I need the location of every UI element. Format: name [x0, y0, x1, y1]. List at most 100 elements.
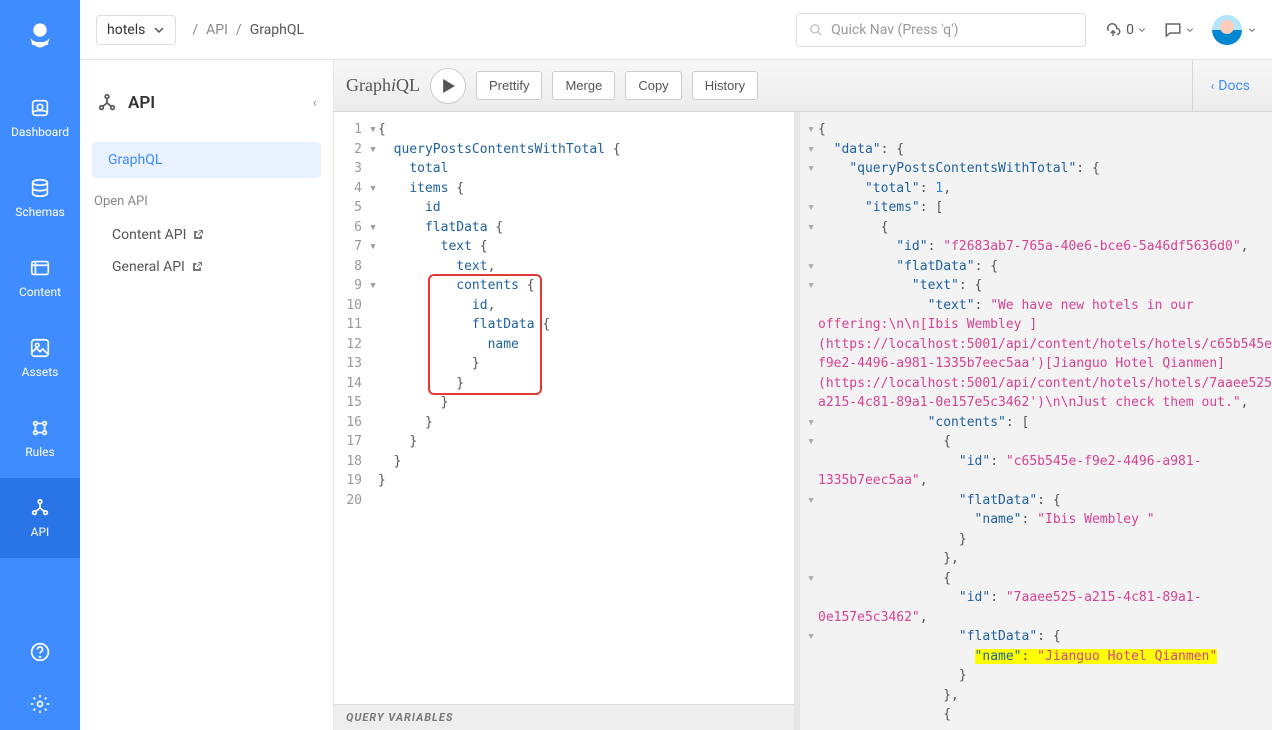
side-link-content-api[interactable]: Content API [92, 219, 321, 251]
side-title: API [128, 93, 155, 113]
nav-api[interactable]: API [0, 478, 80, 558]
result-line: ▾ "flatData": { [806, 491, 1266, 511]
api-side-panel: API ‹ GraphQL Open API Content API Gener… [80, 60, 334, 730]
nav-icon [29, 97, 51, 119]
query-line[interactable]: 10 id, [334, 296, 794, 316]
chevron-down-icon [1248, 26, 1256, 34]
nav-dashboard[interactable]: Dashboard [0, 78, 80, 158]
messages-button[interactable] [1164, 21, 1194, 39]
copy-button[interactable]: Copy [625, 71, 681, 100]
app-selector[interactable]: hotels [96, 15, 176, 45]
nav-assets[interactable]: Assets [0, 318, 80, 398]
result-line: "id": "c65b545e-f9e2-4496-a981- [806, 452, 1266, 472]
result-line: f9e2-4496-a981-1335b7eec5aa')[Jianguo Ho… [806, 354, 1266, 374]
query-variables-bar[interactable]: QUERY VARIABLES [334, 704, 794, 730]
external-link-icon [192, 229, 204, 241]
query-line[interactable]: 19 } [334, 471, 794, 491]
result-line: ▾ "contents": [ [806, 413, 1266, 433]
result-line: "text": "We have new hotels in our [806, 296, 1266, 316]
result-line: ▾ { [806, 569, 1266, 589]
nav-icon [29, 417, 51, 439]
history-button[interactable]: History [692, 71, 758, 100]
api-icon [96, 92, 118, 114]
result-line: ▾ "data": { [806, 140, 1266, 160]
play-icon [442, 79, 456, 93]
app-name: hotels [107, 22, 145, 38]
query-line[interactable]: 1▾{ [334, 120, 794, 140]
sync-indicator[interactable]: 0 [1104, 21, 1146, 39]
crumb-graphql: GraphQL [250, 22, 304, 38]
chat-icon [1164, 21, 1182, 39]
merge-button[interactable]: Merge [552, 71, 615, 100]
query-line[interactable]: 6▾ flatData { [334, 218, 794, 238]
app-logo[interactable] [24, 18, 56, 50]
quick-nav-input[interactable]: Quick Nav (Press 'q') [796, 13, 1086, 47]
result-line: } [806, 666, 1266, 686]
result-line: "total": 1, [806, 179, 1266, 199]
query-line[interactable]: 13 } [334, 354, 794, 374]
side-link-graphql[interactable]: GraphQL [92, 142, 321, 178]
result-line: 1335b7eec5aa", [806, 471, 1266, 491]
nav-icon [29, 177, 51, 199]
query-line[interactable]: 20 [334, 491, 794, 511]
query-line[interactable]: 17 } [334, 432, 794, 452]
graphiql-panel: GraphiQL Prettify Merge Copy History ‹ D… [334, 60, 1272, 730]
execute-button[interactable] [430, 68, 466, 104]
top-bar: hotels /API /GraphQL Quick Nav (Press 'q… [80, 0, 1272, 60]
result-line: "name": "Jianguo Hotel Qianmen" [806, 647, 1266, 667]
query-line[interactable]: 2▾ queryPostsContentsWithTotal { [334, 140, 794, 160]
query-line[interactable]: 4▾ items { [334, 179, 794, 199]
result-line: "id": "f2683ab7-765a-40e6-bce6-5a46df563… [806, 237, 1266, 257]
side-link-general-api[interactable]: General API [92, 251, 321, 283]
result-line: ▾ { [806, 432, 1266, 452]
docs-toggle[interactable]: ‹ Docs [1192, 60, 1260, 111]
nav-content[interactable]: Content [0, 238, 80, 318]
query-line[interactable]: 8 text, [334, 257, 794, 277]
result-viewer[interactable]: ▾{▾ "data": {▾ "queryPostsContentsWithTo… [794, 112, 1272, 730]
query-line[interactable]: 7▾ text { [334, 237, 794, 257]
result-line: ▾{ [806, 120, 1266, 140]
prettify-button[interactable]: Prettify [476, 71, 542, 100]
crumb-api[interactable]: API [206, 22, 228, 38]
result-line: ▾ { [806, 218, 1266, 238]
query-line[interactable]: 16 } [334, 413, 794, 433]
collapse-panel-button[interactable]: ‹ [313, 95, 317, 111]
graphiql-title: GraphiQL [346, 75, 420, 96]
result-line: a215-4c81-89a1-0e157e5c3462')\n\nJust ch… [806, 393, 1266, 413]
breadcrumb: /API /GraphQL [192, 22, 304, 38]
sync-count: 0 [1126, 22, 1134, 38]
nav-rules[interactable]: Rules [0, 398, 80, 478]
avatar [1212, 15, 1242, 45]
query-line[interactable]: 11 flatData { [334, 315, 794, 335]
cloud-upload-icon [1104, 21, 1122, 39]
section-open-api: Open API [94, 194, 321, 209]
help-icon[interactable] [30, 642, 50, 662]
query-line[interactable]: 14 } [334, 374, 794, 394]
result-line: "name": "Ibis Wembley " [806, 510, 1266, 530]
nav-schemas[interactable]: Schemas [0, 158, 80, 238]
result-line: } [806, 530, 1266, 550]
chevron-down-icon [1138, 26, 1146, 34]
external-link-icon [191, 261, 203, 273]
query-editor[interactable]: 1▾{2▾ queryPostsContentsWithTotal {3 tot… [334, 112, 794, 730]
graphiql-toolbar: GraphiQL Prettify Merge Copy History ‹ D… [334, 60, 1272, 112]
search-icon [809, 23, 823, 37]
query-line[interactable]: 5 id [334, 198, 794, 218]
result-line: ▾ "text": { [806, 276, 1266, 296]
result-line: }, [806, 549, 1266, 569]
query-line[interactable]: 15 } [334, 393, 794, 413]
chevron-down-icon [153, 24, 165, 36]
result-line: }, [806, 686, 1266, 706]
nav-icon [29, 337, 51, 359]
settings-icon[interactable] [30, 694, 50, 714]
nav-icon [29, 257, 51, 279]
query-line[interactable]: 12 name [334, 335, 794, 355]
user-menu[interactable] [1212, 15, 1256, 45]
query-line[interactable]: 3 total [334, 159, 794, 179]
result-line: (https://localhost:5001/api/content/hote… [806, 335, 1266, 355]
query-line[interactable]: 18 } [334, 452, 794, 472]
result-line: ▾ "flatData": { [806, 257, 1266, 277]
result-line: offering:\n\n[Ibis Wembley ] [806, 315, 1266, 335]
query-line[interactable]: 9▾ contents { [334, 276, 794, 296]
result-line: ▾ "flatData": { [806, 627, 1266, 647]
